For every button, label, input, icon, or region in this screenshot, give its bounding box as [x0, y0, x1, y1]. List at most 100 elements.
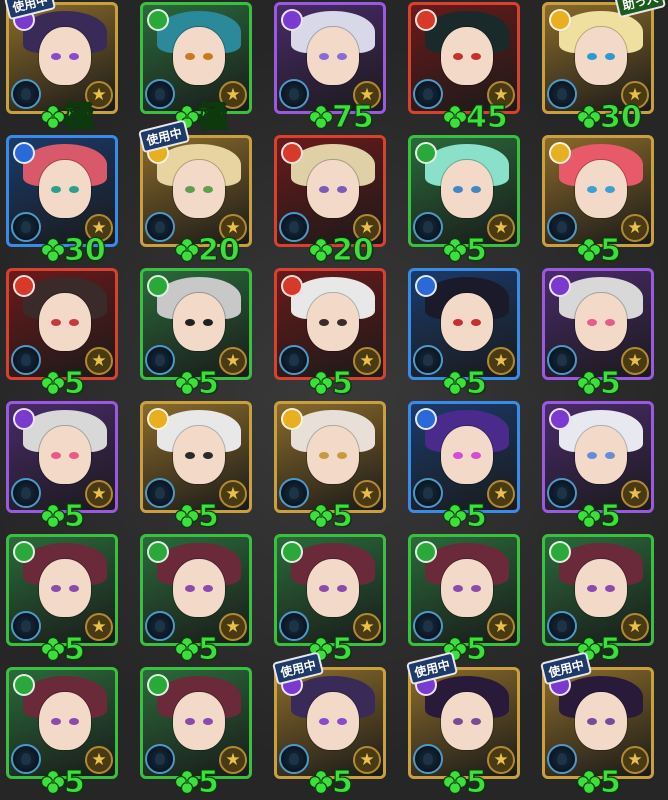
monster-cell[interactable]: ★ 45 — [406, 0, 524, 135]
monster-cell[interactable]: ★ 5 — [406, 532, 524, 667]
monster-card[interactable]: ★ — [408, 2, 520, 114]
monster-cell[interactable]: ★ 20 使用中 — [138, 119, 256, 268]
monster-cell[interactable]: ★ 5 — [4, 399, 122, 534]
monster-cell[interactable]: ★ 20 — [272, 133, 390, 268]
wood-element-icon — [147, 541, 169, 563]
monster-cell[interactable]: ★ 5 — [272, 399, 390, 534]
monster-card[interactable]: ★ — [408, 401, 520, 513]
star-icon: ★ — [85, 746, 113, 774]
gauge-slot-icon — [413, 744, 443, 774]
clover-icon — [442, 104, 468, 130]
monster-cell[interactable]: ★ 5 — [4, 532, 122, 667]
monster-card[interactable]: ★ — [542, 2, 654, 114]
monster-card[interactable]: ★ — [542, 534, 654, 646]
monster-card[interactable]: ★ — [274, 401, 386, 513]
monster-card[interactable]: ★ — [6, 534, 118, 646]
monster-card[interactable]: ★ — [542, 135, 654, 247]
gauge-slot-icon — [145, 744, 175, 774]
monster-card[interactable]: ★ — [408, 135, 520, 247]
clover-icon — [308, 769, 334, 795]
monster-card[interactable]: ★ — [140, 268, 252, 380]
monster-card[interactable]: ★ — [6, 268, 118, 380]
clover-icon — [308, 370, 334, 396]
monster-cell[interactable]: ★ 5 — [272, 266, 390, 401]
monster-card[interactable]: ★ — [542, 268, 654, 380]
monster-card[interactable]: ★ — [6, 2, 118, 114]
clover-icon — [174, 237, 200, 263]
monster-card[interactable]: ★ — [542, 667, 654, 779]
monster-cell[interactable]: ★ 5 使用中 — [540, 651, 658, 800]
monster-card[interactable]: ★ — [140, 2, 252, 114]
clover-icon — [174, 370, 200, 396]
luck-value: 5 — [466, 765, 488, 800]
gauge-slot-icon — [11, 212, 41, 242]
gauge-slot-icon — [547, 611, 577, 641]
monster-cell[interactable]: ★ 極 — [138, 0, 256, 135]
clover-icon — [576, 370, 602, 396]
star-icon: ★ — [219, 480, 247, 508]
luck-value: 5 — [466, 233, 488, 268]
gauge-slot-icon — [279, 345, 309, 375]
monster-cell[interactable]: ★ 5 — [138, 399, 256, 534]
wood-element-icon — [147, 9, 169, 31]
monster-card[interactable]: ★ — [140, 135, 252, 247]
dark-element-icon — [281, 9, 303, 31]
luck-value: 5 — [600, 366, 622, 401]
monster-card[interactable]: ★ — [274, 268, 386, 380]
monster-card[interactable]: ★ — [408, 268, 520, 380]
star-icon: ★ — [353, 746, 381, 774]
monster-cell[interactable]: ★ 30 助っ人 — [540, 0, 667, 135]
monster-card[interactable]: ★ — [408, 667, 520, 779]
monster-cell[interactable]: ★ 5 — [540, 266, 658, 401]
monster-card[interactable]: ★ — [542, 401, 654, 513]
monster-cell[interactable]: ★ 5 使用中 — [272, 651, 390, 800]
monster-cell[interactable]: ★ 5 — [406, 399, 524, 534]
monster-cell[interactable]: ★ 5 — [540, 532, 658, 667]
monster-card[interactable]: ★ — [274, 667, 386, 779]
monster-card[interactable]: ★ — [274, 135, 386, 247]
luck-value: 5 — [198, 499, 220, 534]
monster-card[interactable]: ★ — [140, 534, 252, 646]
monster-cell[interactable]: ★ 5 — [406, 133, 524, 268]
monster-card[interactable]: ★ — [6, 667, 118, 779]
monster-cell[interactable]: ★ 5 — [138, 665, 256, 800]
monster-cell[interactable]: ★ 30 — [4, 133, 122, 268]
monster-cell[interactable]: ★ 5 — [4, 266, 122, 401]
gauge-slot-icon — [145, 345, 175, 375]
monster-cell[interactable]: ★ 5 — [138, 266, 256, 401]
gauge-slot-icon — [279, 611, 309, 641]
monster-cell[interactable]: ★ 5 — [406, 266, 524, 401]
gauge-slot-icon — [145, 611, 175, 641]
wood-element-icon — [415, 541, 437, 563]
monster-cell[interactable]: ★ 極使用中 — [4, 0, 122, 135]
monster-card[interactable]: ★ — [274, 2, 386, 114]
monster-card[interactable]: ★ — [140, 667, 252, 779]
star-icon: ★ — [353, 613, 381, 641]
monster-card[interactable]: ★ — [274, 534, 386, 646]
luck-value: 5 — [600, 632, 622, 667]
gauge-slot-icon — [547, 345, 577, 375]
monster-cell[interactable]: ★ 75 — [272, 0, 390, 135]
clover-icon — [442, 769, 468, 795]
gauge-slot-icon — [413, 212, 443, 242]
monster-card[interactable]: ★ — [6, 135, 118, 247]
monster-cell[interactable]: ★ 5 — [138, 532, 256, 667]
luck-value: 5 — [198, 765, 220, 800]
monster-cell[interactable]: ★ 5 — [540, 133, 658, 268]
wood-element-icon — [13, 541, 35, 563]
monster-card[interactable]: ★ — [140, 401, 252, 513]
monster-card[interactable]: ★ — [408, 534, 520, 646]
clover-icon — [576, 503, 602, 529]
clover-icon — [40, 370, 66, 396]
monster-card[interactable]: ★ — [6, 401, 118, 513]
star-icon: ★ — [219, 347, 247, 375]
luck-value: 20 — [332, 233, 375, 268]
star-icon: ★ — [621, 214, 649, 242]
gauge-slot-icon — [11, 345, 41, 375]
clover-icon — [174, 769, 200, 795]
monster-cell[interactable]: ★ 5 — [272, 532, 390, 667]
monster-cell[interactable]: ★ 5 — [540, 399, 658, 534]
luck-value: 5 — [466, 366, 488, 401]
monster-cell[interactable]: ★ 5 使用中 — [406, 651, 524, 800]
monster-cell[interactable]: ★ 5 — [4, 665, 122, 800]
